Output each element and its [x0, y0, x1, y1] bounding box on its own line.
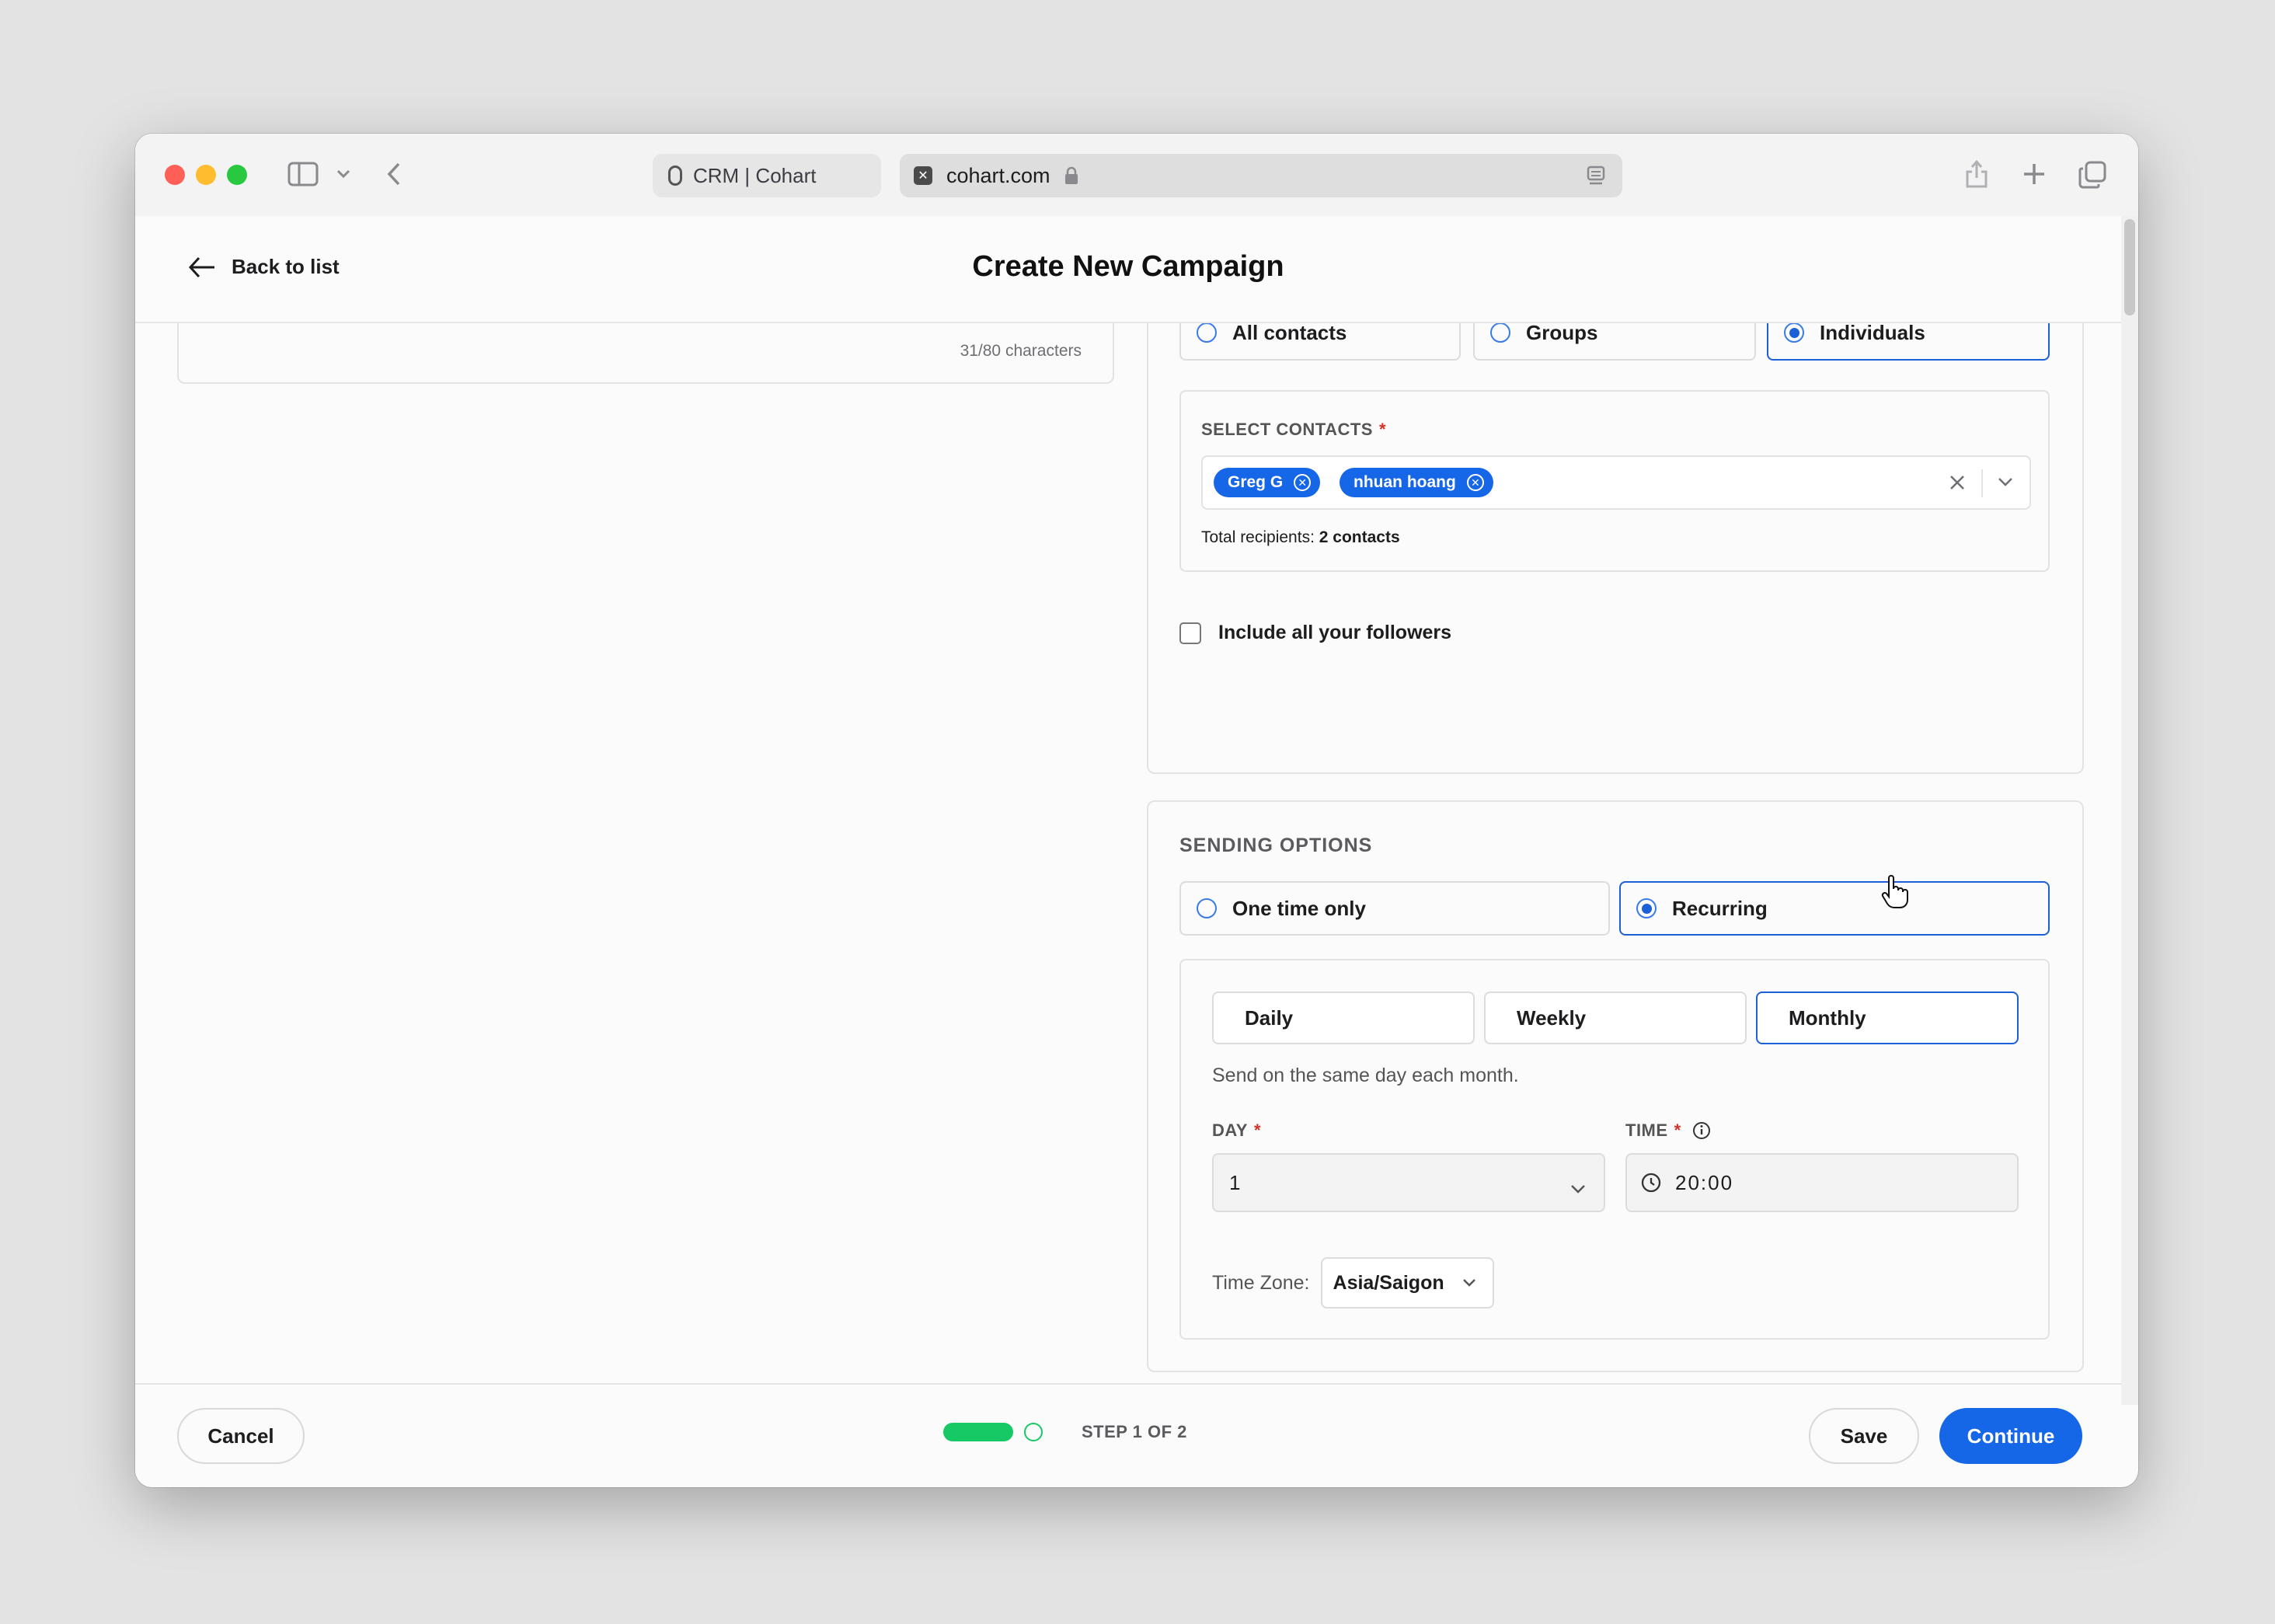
- browser-tab[interactable]: CRM | Cohart: [653, 154, 881, 197]
- scrollbar-thumb[interactable]: [2124, 219, 2135, 315]
- sending-options-title: SENDING OPTIONS: [1179, 835, 1373, 856]
- remove-chip-icon[interactable]: ✕: [1294, 474, 1312, 491]
- new-tab-icon[interactable]: [2020, 160, 2048, 188]
- step-2-indicator: [1024, 1423, 1043, 1441]
- frequency-daily[interactable]: Daily: [1212, 991, 1475, 1044]
- sending-option-label: Recurring: [1672, 896, 1768, 920]
- remove-chip-icon[interactable]: ✕: [1466, 474, 1484, 491]
- tab-favicon-icon: [668, 166, 682, 186]
- include-followers-checkbox[interactable]: [1179, 622, 1201, 644]
- contact-chip: Greg G ✕: [1214, 468, 1321, 497]
- radio-recurring[interactable]: [1636, 898, 1657, 918]
- cancel-button[interactable]: Cancel: [177, 1408, 305, 1464]
- step-1-indicator: [943, 1423, 1013, 1441]
- select-contacts-box: SELECT CONTACTS* Greg G ✕ nhuan hoang ✕: [1179, 390, 2050, 572]
- recipient-option-label: All contacts: [1232, 323, 1347, 344]
- recipient-option-label: Individuals: [1820, 323, 1925, 344]
- lock-icon: [1064, 166, 1078, 185]
- character-count: 31/80 characters: [960, 342, 1082, 360]
- radio-one-time[interactable]: [1197, 898, 1217, 918]
- page-title: Create New Campaign: [972, 250, 1284, 283]
- timezone-label: Time Zone:: [1212, 1271, 1310, 1294]
- share-icon[interactable]: [1963, 157, 1991, 191]
- recipient-option-individuals[interactable]: Individuals: [1767, 323, 2050, 361]
- frequency-description: Send on the same day each month.: [1212, 1065, 1519, 1086]
- address-bar[interactable]: ✕ cohart.com: [900, 154, 1622, 197]
- day-value: 1: [1229, 1170, 1241, 1194]
- url-text: cohart.com: [946, 163, 1050, 187]
- main-content: 31/80 characters All contacts Groups Ind…: [135, 323, 2121, 1405]
- recipient-option-groups[interactable]: Groups: [1473, 323, 1756, 361]
- recurring-settings: Daily Weekly Monthly Send on the same da…: [1179, 959, 2050, 1340]
- chevron-down-icon: [1462, 1279, 1475, 1287]
- reader-icon[interactable]: [1585, 165, 1607, 192]
- info-icon[interactable]: [1692, 1121, 1711, 1140]
- site-favicon-icon: ✕: [914, 166, 932, 185]
- time-input[interactable]: 20:00: [1625, 1153, 2019, 1212]
- total-recipients: Total recipients: 2 contacts: [1201, 528, 1400, 546]
- step-label: STEP 1 OF 2: [1082, 1422, 1187, 1441]
- sending-option-label: One time only: [1232, 896, 1366, 920]
- sending-option-recurring[interactable]: Recurring: [1619, 881, 2050, 936]
- back-arrow-icon[interactable]: [382, 160, 406, 188]
- clear-all-icon[interactable]: [1949, 474, 1966, 495]
- timezone-select[interactable]: Asia/Saigon: [1320, 1257, 1494, 1309]
- clock-icon: [1641, 1173, 1661, 1193]
- step-progress: STEP 1 OF 2: [943, 1422, 1187, 1442]
- close-window-button[interactable]: [165, 165, 185, 185]
- chevron-down-icon[interactable]: [1997, 476, 2014, 492]
- recipient-option-label: Groups: [1526, 323, 1598, 344]
- required-mark: *: [1378, 420, 1387, 439]
- frequency-weekly[interactable]: Weekly: [1484, 991, 1747, 1044]
- required-mark: *: [1674, 1120, 1681, 1140]
- wizard-footer: Cancel STEP 1 OF 2 Save Continue: [135, 1383, 2121, 1487]
- time-value: 20:00: [1675, 1170, 1734, 1194]
- page-header: Back to list Create New Campaign: [135, 216, 2121, 323]
- radio-all-contacts[interactable]: [1197, 323, 1217, 343]
- chevron-down-icon[interactable]: [334, 163, 353, 185]
- sidebar-toggle-icon[interactable]: [287, 160, 319, 188]
- timezone-value: Asia/Saigon: [1333, 1271, 1444, 1294]
- radio-individuals[interactable]: [1784, 323, 1804, 343]
- frequency-monthly[interactable]: Monthly: [1756, 991, 2019, 1044]
- day-select[interactable]: 1: [1212, 1153, 1605, 1212]
- divider: [1981, 469, 1983, 497]
- message-card: 31/80 characters: [177, 323, 1114, 384]
- select-contacts-label: SELECT CONTACTS *: [1201, 420, 1387, 439]
- scrollbar[interactable]: [2121, 216, 2138, 1405]
- radio-groups[interactable]: [1490, 323, 1510, 343]
- required-mark: *: [1253, 1120, 1261, 1140]
- recipients-card: All contacts Groups Individuals SELECT C…: [1147, 323, 2084, 774]
- chip-label: Greg G: [1228, 473, 1284, 491]
- recipient-option-all-contacts[interactable]: All contacts: [1179, 323, 1461, 361]
- include-followers-checkbox-row[interactable]: Include all your followers: [1179, 622, 1451, 644]
- time-label: TIME *: [1625, 1120, 1711, 1141]
- minimize-window-button[interactable]: [196, 165, 216, 185]
- browser-titlebar: CRM | Cohart ✕ cohart.com: [135, 134, 2138, 216]
- timezone-row: Time Zone: Asia/Saigon: [1212, 1257, 1494, 1309]
- day-label: DAY *: [1212, 1120, 1261, 1140]
- hand-cursor-icon: [1880, 875, 1908, 913]
- chip-label: nhuan hoang: [1354, 473, 1456, 491]
- continue-button[interactable]: Continue: [1939, 1408, 2082, 1464]
- chevron-down-icon: [1570, 1176, 1587, 1201]
- contact-chip: nhuan hoang ✕: [1340, 468, 1493, 497]
- zoom-window-button[interactable]: [227, 165, 247, 185]
- tab-overview-icon[interactable]: [2078, 160, 2107, 190]
- sending-options-card: SENDING OPTIONS One time only Recurring …: [1147, 800, 2084, 1372]
- save-button[interactable]: Save: [1809, 1408, 1919, 1464]
- tab-title: CRM | Cohart: [693, 163, 817, 187]
- browser-window: CRM | Cohart ✕ cohart.com Back to list C: [135, 134, 2138, 1487]
- contacts-multiselect[interactable]: Greg G ✕ nhuan hoang ✕: [1201, 455, 2031, 510]
- include-followers-label: Include all your followers: [1218, 622, 1452, 643]
- sending-option-one-time[interactable]: One time only: [1179, 881, 1610, 936]
